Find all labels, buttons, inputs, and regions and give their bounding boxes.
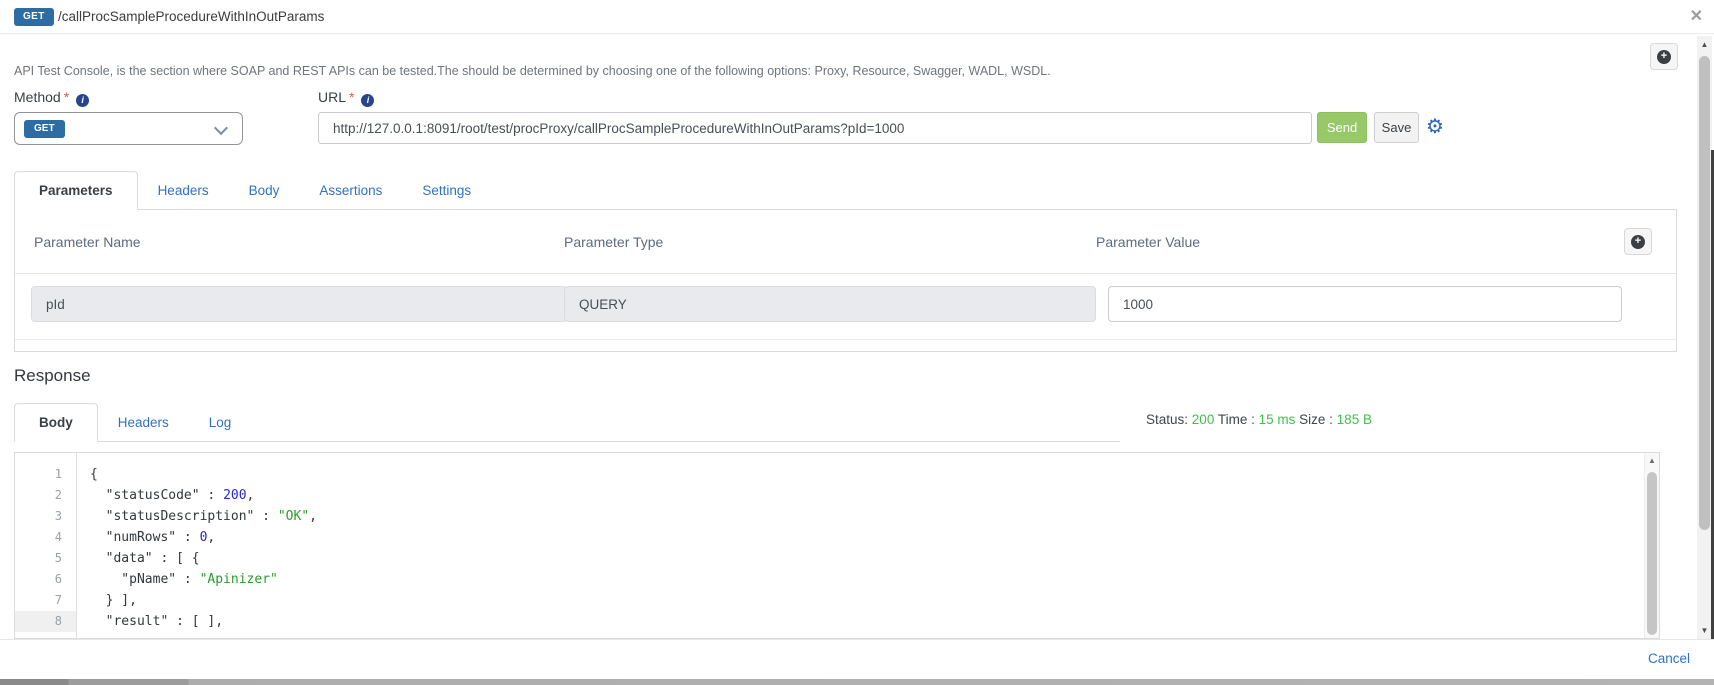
parameter-type-input xyxy=(564,286,1096,322)
info-icon[interactable]: i xyxy=(76,94,89,107)
api-test-console-window: GET /callProcSampleProcedureWithInOutPar… xyxy=(0,0,1714,685)
line-number: 8 xyxy=(15,611,76,632)
line-number: 2 xyxy=(15,485,76,506)
add-parameter-button[interactable]: + xyxy=(1624,228,1652,255)
request-tabs: Parameters Headers Body Assertions Setti… xyxy=(14,169,1677,210)
info-icon[interactable]: i xyxy=(361,94,374,107)
column-header-name: Parameter Name xyxy=(34,234,141,250)
code-line: "statusDescription" : "OK", xyxy=(90,506,1641,527)
code-line: "result" : [ ], xyxy=(90,611,1641,632)
response-title: Response xyxy=(14,366,91,386)
horizontal-scrollbar[interactable] xyxy=(0,679,1714,685)
tab-headers[interactable]: Headers xyxy=(138,172,229,209)
close-icon[interactable]: ✕ xyxy=(1690,6,1703,26)
method-label: Method*i xyxy=(14,89,89,107)
code-line: "numRows" : 0, xyxy=(90,527,1641,548)
tab-body[interactable]: Body xyxy=(229,172,300,209)
save-button[interactable]: Save xyxy=(1374,112,1419,143)
method-select[interactable]: GET xyxy=(14,112,243,145)
parameters-panel: Parameter Name Parameter Type Parameter … xyxy=(14,210,1677,352)
page-scrollbar-thumb[interactable] xyxy=(1699,56,1710,530)
code-line: "statusCode" : 200, xyxy=(90,485,1641,506)
scroll-down-icon[interactable]: ▼ xyxy=(1697,626,1712,635)
time-label: Time : xyxy=(1218,412,1255,427)
status-label: Status: xyxy=(1146,412,1188,427)
method-badge: GET xyxy=(14,8,54,26)
line-number: 4 xyxy=(15,527,76,548)
method-chip: GET xyxy=(24,120,65,138)
page-scrollbar[interactable]: ▲ ▼ xyxy=(1697,36,1712,639)
tab-parameters[interactable]: Parameters xyxy=(14,171,138,210)
required-marker: * xyxy=(64,89,69,105)
column-header-type: Parameter Type xyxy=(564,234,663,250)
scroll-up-icon[interactable]: ▲ xyxy=(1697,40,1712,49)
url-input[interactable] xyxy=(318,112,1312,144)
parameters-header-row: Parameter Name Parameter Type Parameter … xyxy=(15,210,1676,274)
circle-plus-icon: + xyxy=(1631,235,1645,249)
code-line: } ], xyxy=(90,590,1641,611)
required-marker: * xyxy=(349,89,354,105)
parameter-value-input[interactable] xyxy=(1108,286,1622,322)
size-value: 185 B xyxy=(1337,412,1372,427)
editor-scrollbar-thumb[interactable] xyxy=(1647,472,1657,635)
code-line: { xyxy=(90,464,1641,485)
code-line: "data" : [ { xyxy=(90,548,1641,569)
scroll-up-icon[interactable]: ▲ xyxy=(1645,456,1659,465)
column-header-value: Parameter Value xyxy=(1096,234,1200,250)
line-number: 3 xyxy=(15,506,76,527)
response-tabs: Body Headers Log xyxy=(14,400,1120,442)
gear-icon[interactable]: ⚙ xyxy=(1426,113,1444,141)
size-label: Size : xyxy=(1299,412,1333,427)
line-number: 5 xyxy=(15,548,76,569)
response-status-line: Status: 200 Time : 15 ms Size : 185 B xyxy=(1146,412,1372,427)
tab-settings[interactable]: Settings xyxy=(402,172,491,209)
title-bar: GET /callProcSampleProcedureWithInOutPar… xyxy=(0,0,1714,34)
code-line: "pName" : "Apinizer" xyxy=(90,569,1641,590)
code-lines: { "statusCode" : 200, "statusDescription… xyxy=(90,464,1641,632)
circle-plus-icon: + xyxy=(1657,50,1671,64)
console-add-button[interactable]: + xyxy=(1650,43,1678,70)
time-value: 15 ms xyxy=(1259,412,1296,427)
parameter-name-input xyxy=(31,286,567,322)
chevron-down-icon xyxy=(214,121,228,135)
response-tab-body[interactable]: Body xyxy=(14,403,98,442)
cancel-button[interactable]: Cancel xyxy=(1648,651,1690,666)
line-number: 7 xyxy=(15,590,76,611)
url-label: URL*i xyxy=(318,89,374,107)
response-body-editor[interactable]: 12345678 { "statusCode" : 200, "statusDe… xyxy=(14,452,1660,639)
response-tab-headers[interactable]: Headers xyxy=(98,404,189,441)
line-number: 6 xyxy=(15,569,76,590)
console-description: API Test Console, is the section where S… xyxy=(14,64,1051,78)
editor-scrollbar[interactable]: ▲ xyxy=(1644,453,1659,638)
footer-bar: Cancel xyxy=(0,639,1714,679)
parameter-row xyxy=(15,274,1676,340)
status-value: 200 xyxy=(1192,412,1215,427)
line-number: 1 xyxy=(15,464,76,485)
send-button[interactable]: Send xyxy=(1317,112,1367,143)
response-tab-log[interactable]: Log xyxy=(189,404,252,441)
tab-assertions[interactable]: Assertions xyxy=(299,172,402,209)
line-number-gutter: 12345678 xyxy=(15,453,77,638)
endpoint-path: /callProcSampleProcedureWithInOutParams xyxy=(58,9,324,24)
